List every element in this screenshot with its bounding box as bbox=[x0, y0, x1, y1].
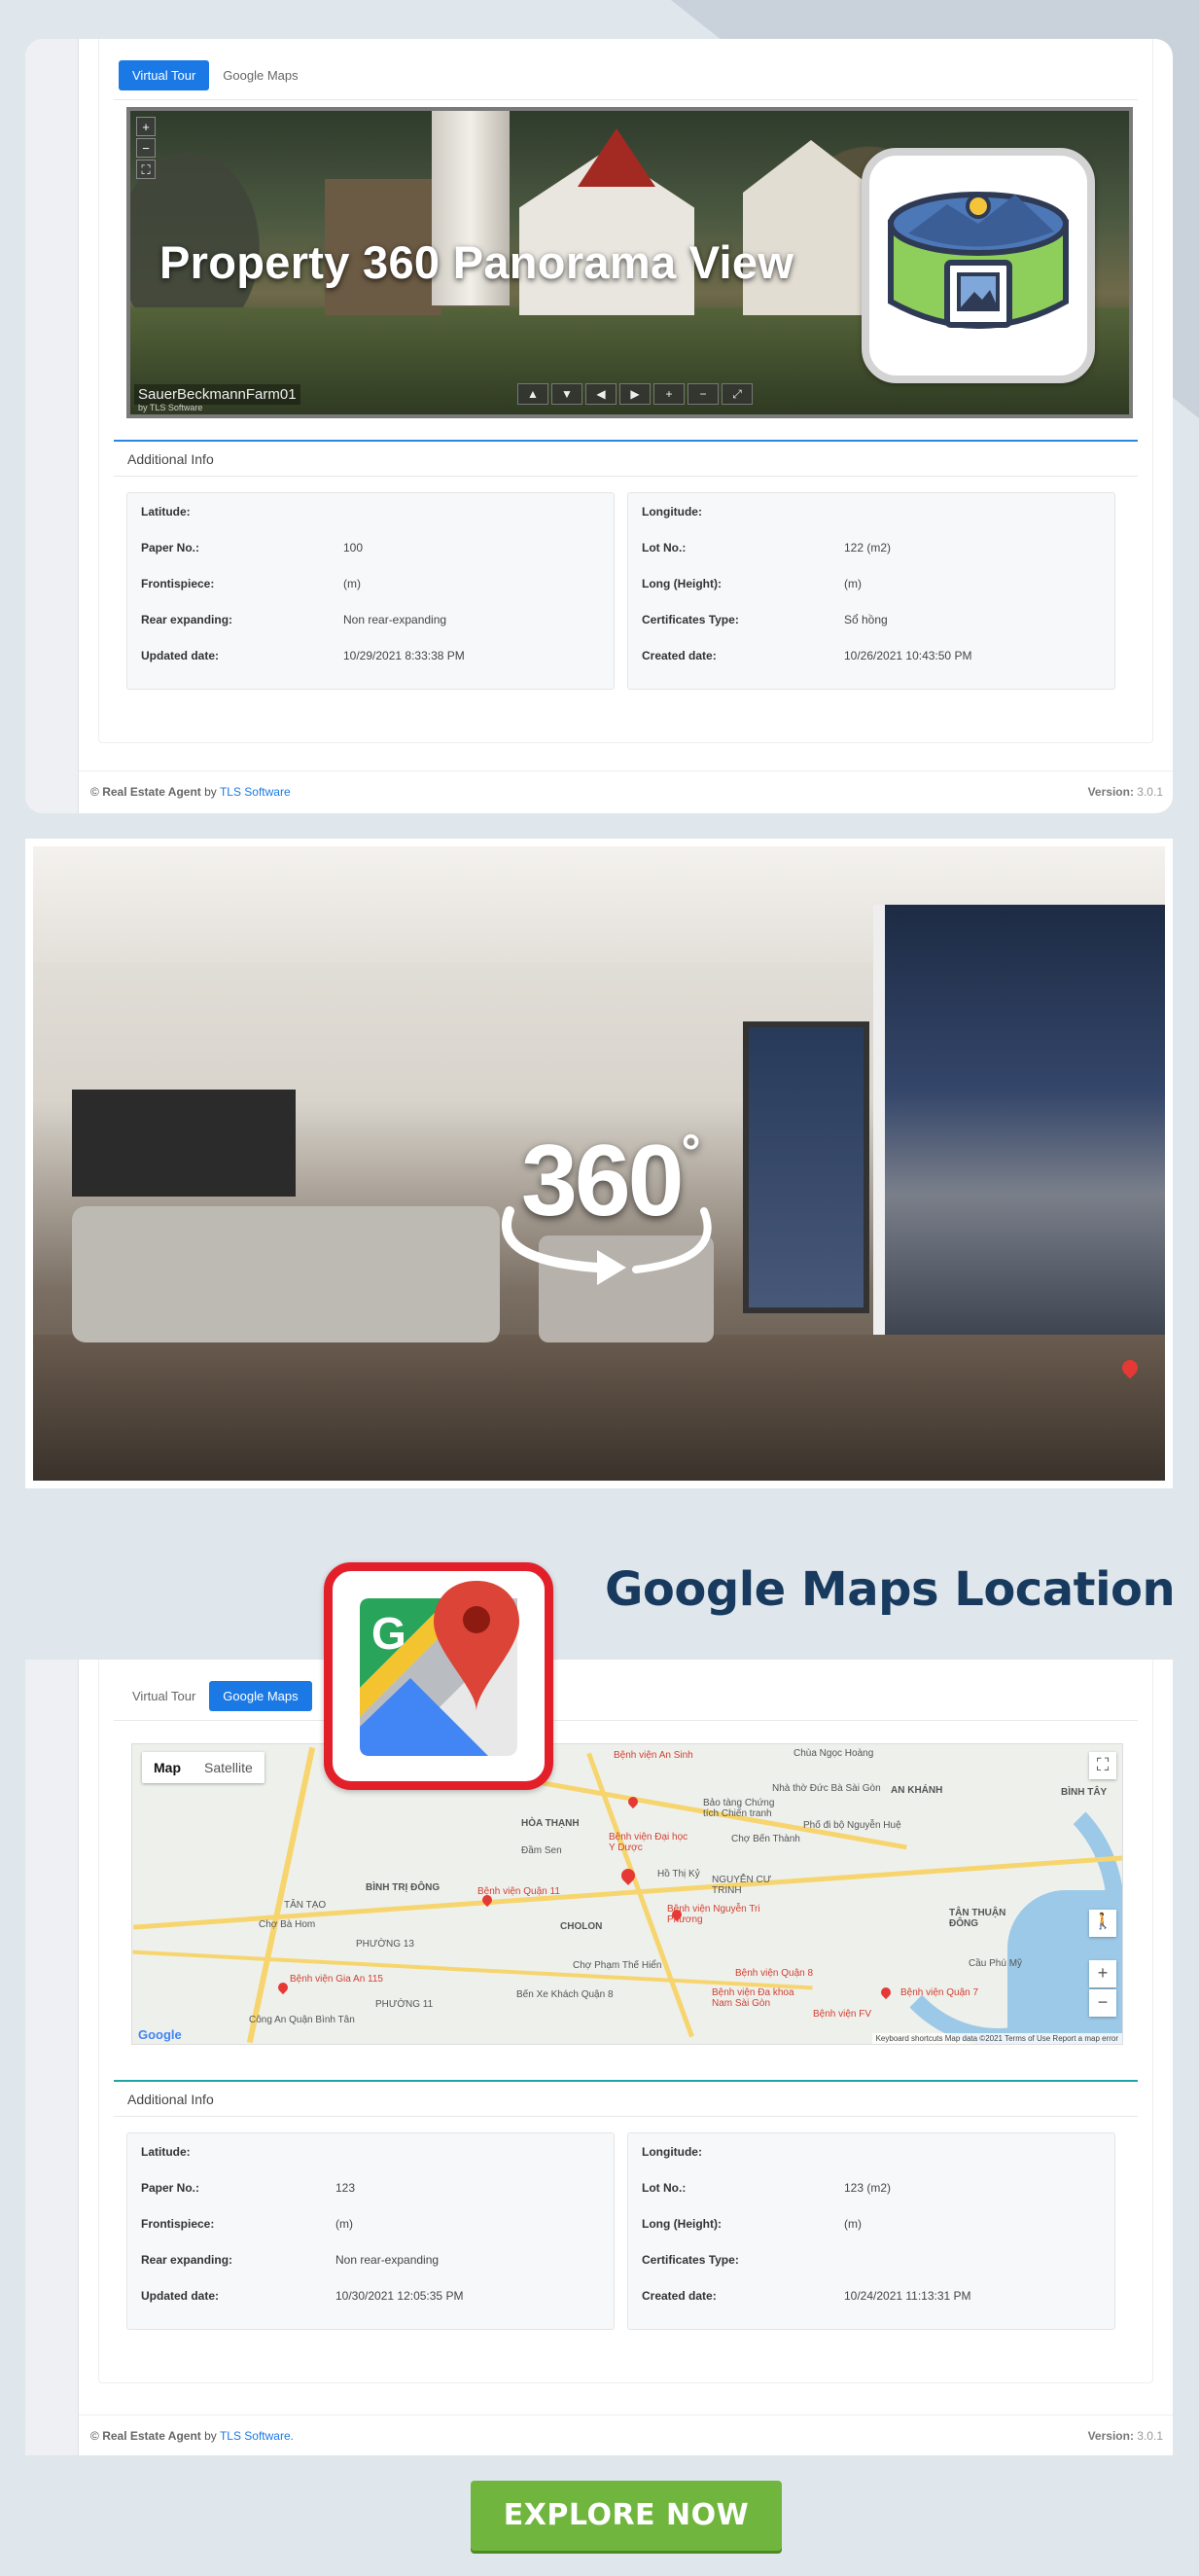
tab-divider bbox=[114, 99, 1138, 100]
panel-content: Virtual Tour Google Maps + − ⛶ Property … bbox=[98, 39, 1153, 743]
glass-window bbox=[873, 905, 1165, 1372]
info-row: Paper No.: 100 bbox=[141, 541, 364, 555]
virtual-tour-panel: Virtual Tour Google Maps + − ⛶ Property … bbox=[25, 39, 1173, 813]
rotate-arrow-icon bbox=[501, 1206, 712, 1285]
zoom-out-button[interactable]: − bbox=[136, 138, 156, 158]
info-row: Frontispiece: (m) bbox=[141, 577, 361, 590]
map-type-map-button[interactable]: Map bbox=[142, 1752, 193, 1783]
info-row: Longitude: bbox=[642, 2145, 702, 2159]
hospital-pin bbox=[878, 1985, 894, 2000]
footer-brand: Real Estate Agent bbox=[102, 785, 201, 799]
tab-virtual-tour[interactable]: Virtual Tour bbox=[119, 1681, 209, 1711]
tab-google-maps[interactable]: Google Maps bbox=[209, 60, 311, 90]
map-type-control: Map Satellite bbox=[142, 1752, 264, 1783]
info-row: Latitude: bbox=[141, 2145, 191, 2159]
map-type-satellite-button[interactable]: Satellite bbox=[193, 1752, 264, 1783]
google-map[interactable]: Map Satellite ⛶ 🚶 + − Chùa Ngọc Hoàng Bệ… bbox=[131, 1743, 1123, 2045]
nav-zoom-in-button[interactable]: + bbox=[653, 383, 685, 405]
google-maps-panel: Virtual Tour Google Maps Map Satellite ⛶… bbox=[25, 1660, 1173, 2455]
nav-up-button[interactable]: ▲ bbox=[517, 383, 548, 405]
room-360-preview: 360° bbox=[25, 839, 1173, 1488]
tab-bar: Virtual Tour Google Maps bbox=[119, 60, 312, 90]
nav-right-button[interactable]: ▶ bbox=[619, 383, 651, 405]
info-row: Updated date: 10/29/2021 8:33:38 PM bbox=[141, 649, 465, 662]
info-row: Lot No.: 123 (m2) bbox=[642, 2181, 892, 2195]
additional-info-header: Additional Info bbox=[114, 2080, 1138, 2117]
info-row: Paper No.: 123 bbox=[141, 2181, 356, 2195]
living-room-image[interactable]: 360° bbox=[33, 846, 1165, 1481]
tab-google-maps[interactable]: Google Maps bbox=[209, 1681, 312, 1711]
side-strip bbox=[25, 1660, 79, 2455]
kitchen-cabinets bbox=[72, 1090, 296, 1197]
footer: © Real Estate Agent by TLS Software Vers… bbox=[79, 770, 1173, 811]
map-attribution[interactable]: Keyboard shortcuts Map data ©2021 Terms … bbox=[871, 2033, 1122, 2044]
panorama-credit: by TLS Software bbox=[138, 403, 203, 412]
version-number: 3.0.1 bbox=[1137, 2429, 1163, 2443]
info-box-left: Latitude: Paper No.: 123 Frontispiece: (m)… bbox=[126, 2132, 615, 2330]
nav-zoom-out-button[interactable]: − bbox=[688, 383, 719, 405]
street-view-pegman-icon[interactable]: 🚶 bbox=[1089, 1910, 1116, 1937]
zoom-in-button[interactable]: + bbox=[136, 117, 156, 136]
info-row: Long (Height): (m) bbox=[642, 577, 862, 590]
virtual-tour-app-icon bbox=[862, 148, 1095, 383]
footer-brand: Real Estate Agent bbox=[102, 2429, 201, 2443]
google-logo: Google bbox=[138, 2027, 182, 2042]
side-strip bbox=[25, 39, 79, 813]
map-fullscreen-button[interactable]: ⛶ bbox=[1089, 1752, 1116, 1779]
panorama-navigation-bar: ▲ ▼ ◀ ▶ + − ⤢ bbox=[517, 383, 753, 405]
nav-left-button[interactable]: ◀ bbox=[585, 383, 617, 405]
fullscreen-button[interactable]: ⛶ bbox=[136, 160, 156, 179]
info-row: Longitude: bbox=[642, 505, 702, 519]
info-row: Certificates Type: bbox=[642, 2253, 739, 2267]
info-row: Latitude: bbox=[141, 505, 191, 519]
panorama-scene-name: SauerBeckmannFarm01 bbox=[134, 384, 300, 405]
360-badge: 360° bbox=[490, 1124, 723, 1285]
panel-content: Virtual Tour Google Maps Map Satellite ⛶… bbox=[98, 1660, 1153, 2383]
footer-company-link[interactable]: TLS Software. bbox=[220, 2429, 294, 2443]
additional-info-header: Additional Info bbox=[114, 440, 1138, 477]
map-zoom-out-button[interactable]: − bbox=[1089, 1989, 1116, 2017]
google-maps-app-icon: G bbox=[324, 1562, 553, 1790]
version-number: 3.0.1 bbox=[1137, 785, 1163, 799]
info-row: Frontispiece: (m) bbox=[141, 2217, 353, 2231]
info-box-right: Longitude: Lot No.: 123 (m2) Long (Height… bbox=[627, 2132, 1115, 2330]
sofa bbox=[72, 1206, 500, 1342]
tab-bar: Virtual Tour Google Maps bbox=[119, 1681, 312, 1711]
explore-now-button[interactable]: EXPLORE NOW bbox=[471, 2481, 782, 2551]
info-row: Created date: 10/24/2021 11:13:31 PM bbox=[642, 2289, 971, 2303]
info-row: Rear expanding: Non rear-expanding bbox=[141, 2253, 440, 2267]
maps-section-heading: Google Maps Location bbox=[605, 1562, 1176, 1617]
info-box-right: Longitude: Lot No.: 122 (m2) Long (Height… bbox=[627, 492, 1115, 690]
info-row: Lot No.: 122 (m2) bbox=[642, 541, 892, 555]
svg-text:G: G bbox=[371, 1608, 406, 1659]
info-row: Updated date: 10/30/2021 12:05:35 PM bbox=[141, 2289, 464, 2303]
footer-company-link[interactable]: TLS Software bbox=[220, 785, 291, 799]
info-row: Created date: 10/26/2021 10:43:50 PM bbox=[642, 649, 972, 662]
map-zoom-in-button[interactable]: + bbox=[1089, 1960, 1116, 1987]
panorama-zoom-controls: + − ⛶ bbox=[136, 117, 156, 179]
info-box-left: Latitude: Paper No.: 100 Frontispiece: (m)… bbox=[126, 492, 615, 690]
nav-down-button[interactable]: ▼ bbox=[551, 383, 582, 405]
nav-fullscreen-button[interactable]: ⤢ bbox=[722, 383, 753, 405]
info-row: Rear expanding: Non rear-expanding bbox=[141, 613, 447, 626]
additional-info-title: Additional Info bbox=[127, 2092, 214, 2107]
additional-info-title: Additional Info bbox=[127, 451, 214, 467]
panorama-viewer[interactable]: + − ⛶ Property 360 Panorama View SauerBe… bbox=[126, 107, 1133, 418]
tab-virtual-tour[interactable]: Virtual Tour bbox=[119, 60, 210, 90]
footer: © Real Estate Agent by TLS Software. Ver… bbox=[79, 2415, 1173, 2455]
tab-divider bbox=[114, 1720, 1138, 1721]
panorama-overlay-title: Property 360 Panorama View bbox=[159, 236, 794, 288]
info-row: Certificates Type: Sổ hồng bbox=[642, 613, 888, 626]
hospital-pin bbox=[275, 1980, 291, 1995]
info-row: Long (Height): (m) bbox=[642, 2217, 862, 2231]
